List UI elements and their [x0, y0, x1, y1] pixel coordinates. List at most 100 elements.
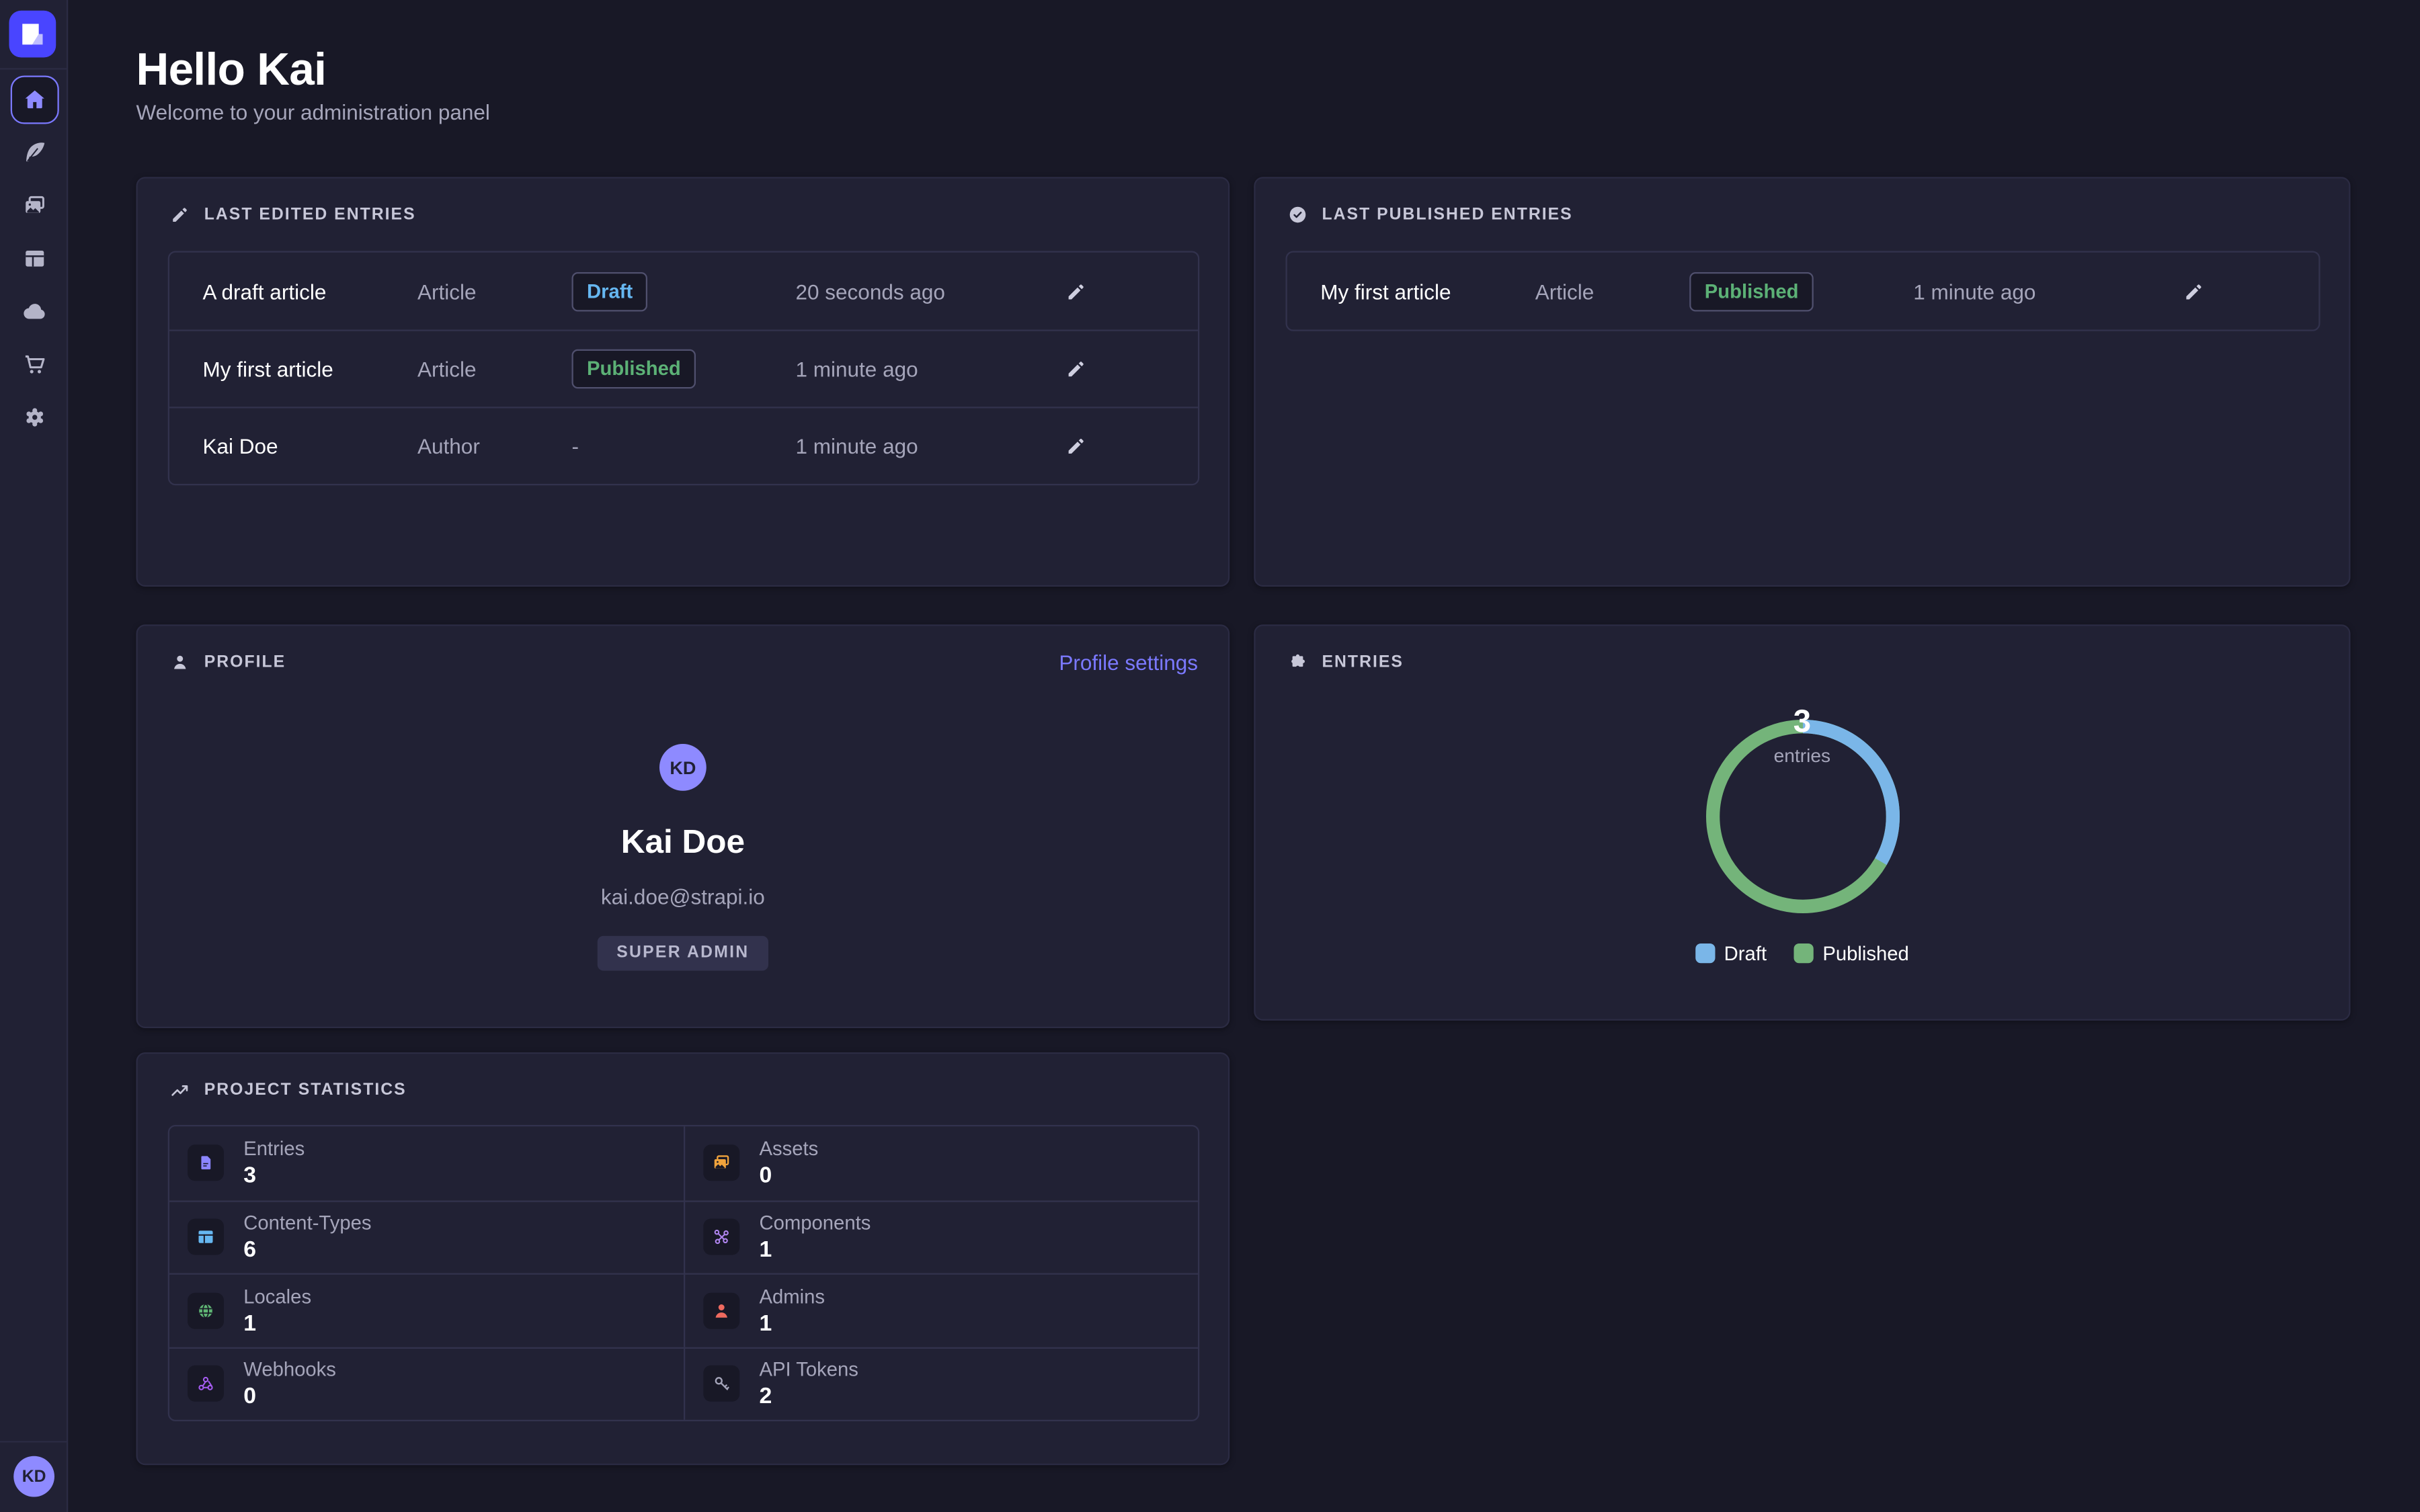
- profile-settings-link[interactable]: Profile settings: [1059, 650, 1198, 675]
- edit-entry-button[interactable]: [2177, 274, 2212, 308]
- sidebar-item-settings[interactable]: [10, 393, 58, 442]
- card-title: PROFILE: [204, 653, 286, 671]
- nodes-icon: [703, 1219, 739, 1255]
- sidebar-divider: [0, 1441, 67, 1442]
- sidebar-item-deploy[interactable]: [10, 288, 58, 336]
- entry-name: My first article: [203, 357, 333, 381]
- entry-name: Kai Doe: [203, 434, 278, 458]
- page-title: Hello Kai: [136, 46, 327, 97]
- draft-swatch: [1695, 943, 1715, 963]
- published-swatch: [1794, 943, 1814, 963]
- sidebar-item-content-type-builder[interactable]: [10, 235, 58, 283]
- stat-value: 6: [243, 1237, 256, 1263]
- images-icon: [703, 1145, 739, 1181]
- stat-webhooks: Webhooks 0: [169, 1347, 684, 1420]
- stat-value: 3: [243, 1163, 256, 1189]
- status-badge: Published: [572, 349, 696, 389]
- webhook-icon: [188, 1366, 224, 1402]
- entry-type: Article: [1535, 279, 1595, 303]
- stat-locales: Locales1: [169, 1273, 684, 1347]
- pencil-icon: [1065, 358, 1088, 380]
- entry-row: A draft article Article Draft 20 seconds…: [169, 253, 1198, 330]
- home-icon: [20, 86, 48, 114]
- stat-label: Admins: [760, 1285, 825, 1308]
- stat-value: 1: [243, 1310, 256, 1336]
- legend-label: Draft: [1724, 942, 1767, 965]
- entry-name: A draft article: [203, 279, 327, 303]
- strapi-logo-icon: [9, 11, 56, 58]
- entry-time: 1 minute ago: [796, 357, 918, 381]
- chart-legend: Draft Published: [1256, 942, 2349, 965]
- stat-label: Content-Types: [243, 1212, 371, 1234]
- status-badge: Draft: [572, 271, 648, 311]
- entry-time: 20 seconds ago: [796, 279, 945, 303]
- edit-entry-button[interactable]: [1059, 429, 1094, 464]
- feather-icon: [20, 139, 48, 167]
- stat-value: 0: [243, 1384, 256, 1409]
- last-published-entries-card: LAST PUBLISHED ENTRIES My first article …: [1254, 177, 2350, 587]
- status-empty: -: [572, 434, 579, 458]
- trend-up-icon: [169, 1080, 191, 1101]
- sidebar-item-marketplace[interactable]: [10, 340, 58, 388]
- person-icon: [703, 1292, 739, 1329]
- entries-card: ENTRIES 3 entries Draft Published: [1254, 624, 2350, 1021]
- sidebar-divider: [0, 68, 67, 69]
- file-icon: [188, 1145, 224, 1181]
- profile-email: kai.doe@strapi.io: [601, 884, 765, 909]
- sidebar-item-media-library[interactable]: [10, 181, 58, 230]
- globe-icon: [188, 1292, 224, 1329]
- card-title: ENTRIES: [1322, 653, 1404, 671]
- edit-entry-button[interactable]: [1059, 274, 1094, 308]
- entry-type: Article: [417, 357, 477, 381]
- stat-assets: Assets0: [684, 1126, 1198, 1200]
- stat-value: 2: [760, 1384, 772, 1409]
- entries-unit: entries: [1256, 745, 2349, 767]
- check-circle-icon: [1287, 204, 1309, 226]
- last-edited-table: A draft article Article Draft 20 seconds…: [168, 251, 1200, 486]
- entry-name: My first article: [1320, 279, 1451, 303]
- entry-time: 1 minute ago: [796, 434, 918, 458]
- entry-row: Kai Doe Author - 1 minute ago: [169, 407, 1198, 484]
- key-icon: [703, 1366, 739, 1402]
- images-icon: [20, 192, 48, 220]
- profile-avatar: KD: [659, 744, 707, 791]
- edit-entry-button[interactable]: [1059, 351, 1094, 386]
- stat-label: Webhooks: [243, 1358, 336, 1381]
- strapi-logo[interactable]: [9, 11, 56, 58]
- donut-center-label: 3 entries: [1256, 705, 2349, 767]
- cart-icon: [20, 351, 48, 378]
- status-badge: Published: [1689, 271, 1814, 311]
- user-avatar[interactable]: KD: [13, 1456, 54, 1497]
- stat-label: Locales: [243, 1285, 311, 1308]
- pencil-icon: [1065, 435, 1088, 458]
- pencil-icon: [1065, 280, 1088, 302]
- cloud-icon: [20, 298, 48, 325]
- stat-label: Components: [760, 1212, 871, 1234]
- stat-label: Assets: [760, 1138, 819, 1161]
- profile-name: Kai Doe: [621, 823, 745, 862]
- sidebar-item-content-manager[interactable]: [10, 128, 58, 177]
- stats-table: Entries3 Assets0 Content-Types6 Componen…: [168, 1125, 1200, 1421]
- stat-admins: Admins1: [684, 1273, 1198, 1347]
- pencil-icon: [169, 204, 191, 226]
- profile-card: PROFILE Profile settings KD Kai Doe kai.…: [136, 624, 1230, 1028]
- entry-type: Author: [417, 434, 480, 458]
- entry-row: My first article Article Published 1 min…: [1287, 253, 2319, 330]
- gear-icon: [20, 404, 48, 431]
- user-icon: [169, 652, 191, 673]
- entries-count: 3: [1256, 705, 2349, 741]
- legend-item-draft: Draft: [1695, 942, 1767, 965]
- card-title: LAST EDITED ENTRIES: [204, 206, 416, 224]
- stat-label: Entries: [243, 1138, 305, 1161]
- profile-role-badge: SUPER ADMIN: [597, 936, 769, 971]
- sidebar-item-home[interactable]: [10, 76, 58, 124]
- layout-icon: [20, 245, 48, 273]
- stat-api-tokens: API Tokens 2: [684, 1347, 1198, 1420]
- legend-label: Published: [1822, 942, 1908, 965]
- main-sidebar: KD: [0, 0, 68, 1512]
- stat-label: API Tokens: [760, 1358, 858, 1381]
- entry-time: 1 minute ago: [1913, 279, 2035, 303]
- stat-value: 1: [760, 1237, 772, 1263]
- entry-type: Article: [417, 279, 477, 303]
- last-published-table: My first article Article Published 1 min…: [1286, 251, 2321, 331]
